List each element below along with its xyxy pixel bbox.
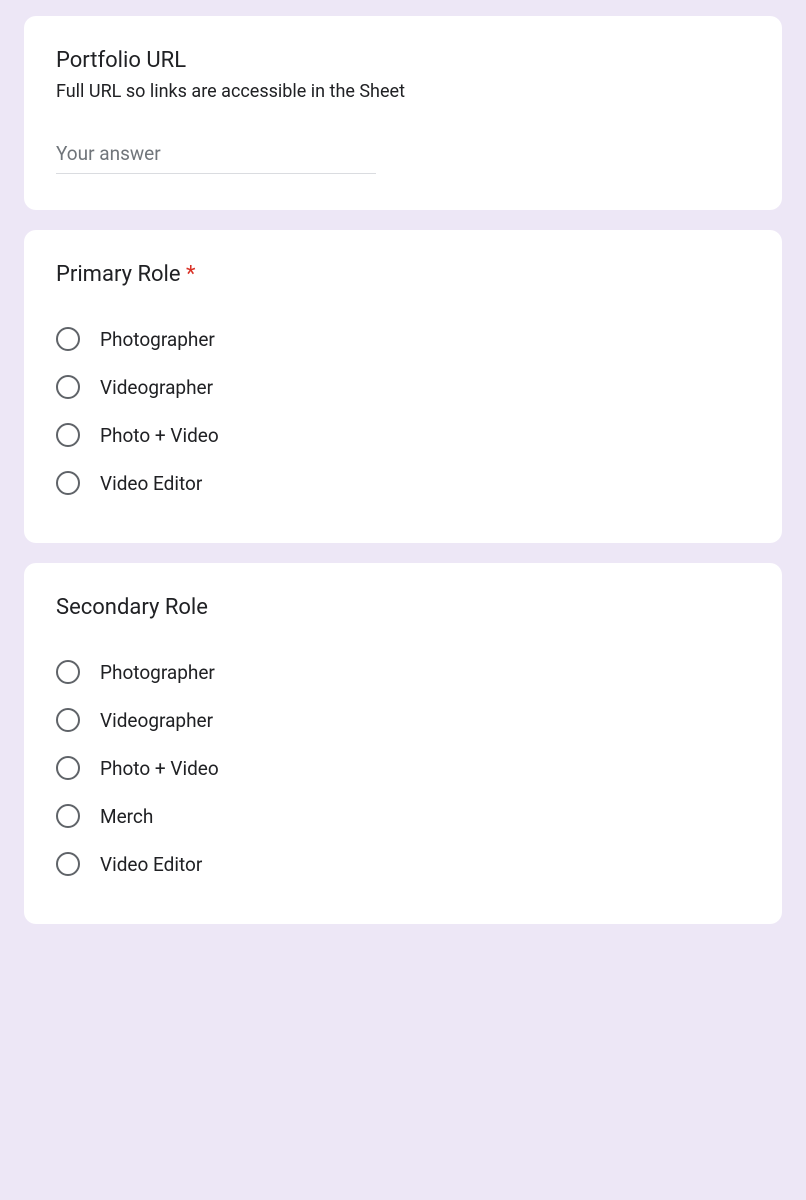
radio-option-photographer[interactable]: Photographer [56, 648, 750, 696]
radio-label: Videographer [100, 709, 213, 732]
radio-label: Photo + Video [100, 424, 219, 447]
secondary-role-question: Secondary Role Photographer Videographer… [24, 563, 782, 924]
radio-icon [56, 327, 80, 351]
primary-role-question: Primary Role * Photographer Videographer… [24, 230, 782, 543]
radio-option-video-editor[interactable]: Video Editor [56, 459, 750, 507]
required-asterisk: * [186, 262, 195, 287]
secondary-role-options: Photographer Videographer Photo + Video … [56, 648, 750, 888]
radio-label: Photographer [100, 328, 215, 351]
radio-icon [56, 804, 80, 828]
question-title: Primary Role * [56, 262, 750, 287]
question-title: Secondary Role [56, 595, 750, 620]
radio-icon [56, 375, 80, 399]
question-description: Full URL so links are accessible in the … [56, 81, 750, 102]
question-title-text: Primary Role [56, 262, 181, 287]
radio-option-photo-video[interactable]: Photo + Video [56, 411, 750, 459]
radio-label: Video Editor [100, 472, 202, 495]
radio-option-video-editor[interactable]: Video Editor [56, 840, 750, 888]
radio-label: Videographer [100, 376, 213, 399]
radio-label: Photo + Video [100, 757, 219, 780]
radio-label: Photographer [100, 661, 215, 684]
radio-icon [56, 660, 80, 684]
radio-icon [56, 708, 80, 732]
radio-icon [56, 471, 80, 495]
radio-icon [56, 423, 80, 447]
radio-option-videographer[interactable]: Videographer [56, 696, 750, 744]
portfolio-url-input[interactable] [56, 138, 376, 174]
radio-label: Merch [100, 805, 153, 828]
radio-icon [56, 852, 80, 876]
radio-option-merch[interactable]: Merch [56, 792, 750, 840]
radio-icon [56, 756, 80, 780]
radio-label: Video Editor [100, 853, 202, 876]
question-title: Portfolio URL [56, 48, 750, 73]
radio-option-videographer[interactable]: Videographer [56, 363, 750, 411]
radio-option-photo-video[interactable]: Photo + Video [56, 744, 750, 792]
primary-role-options: Photographer Videographer Photo + Video … [56, 315, 750, 507]
portfolio-url-question: Portfolio URL Full URL so links are acce… [24, 16, 782, 210]
radio-option-photographer[interactable]: Photographer [56, 315, 750, 363]
